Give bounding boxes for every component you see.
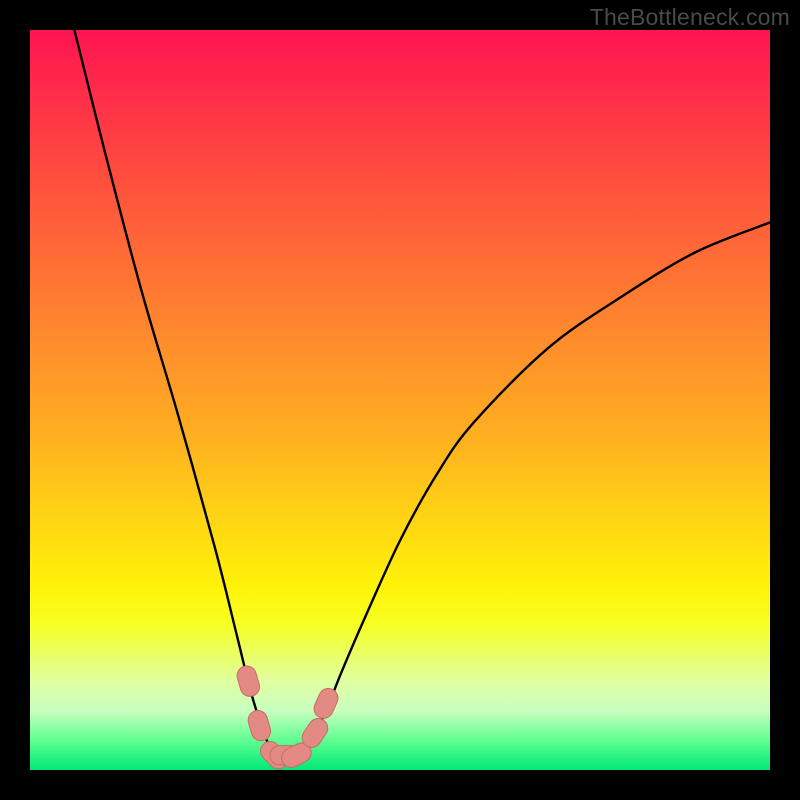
- plot-area: [30, 30, 770, 770]
- marker-group: [235, 664, 341, 770]
- curve-layer: [30, 30, 770, 770]
- watermark-text: TheBottleneck.com: [590, 4, 790, 31]
- chart-frame: TheBottleneck.com: [0, 0, 800, 800]
- bottleneck-curve-path: [74, 30, 770, 756]
- left-marker-upper: [235, 664, 262, 699]
- right-marker-upper: [311, 685, 341, 721]
- left-marker-lower: [246, 708, 273, 743]
